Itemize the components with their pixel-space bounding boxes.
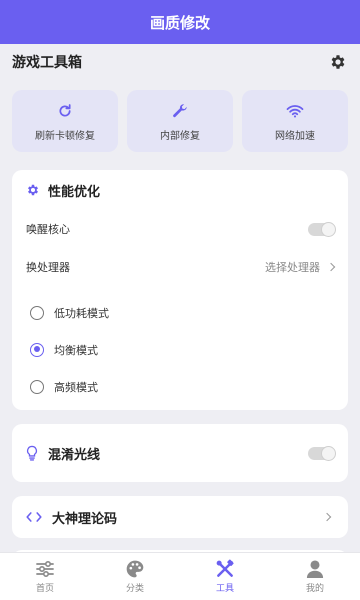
mode-option-low-power[interactable]: 低功耗模式 xyxy=(12,294,348,331)
chevron-right-icon xyxy=(326,262,336,272)
mode-label: 低功耗模式 xyxy=(54,306,109,320)
radio-button[interactable] xyxy=(30,305,44,320)
wake-core-row: 唤醒核心 xyxy=(12,210,348,248)
code-header: 大神理论码 xyxy=(26,508,117,527)
user-icon xyxy=(306,559,324,579)
app-bar: 画质修改 xyxy=(0,0,360,44)
nav-item-category[interactable]: 分类 xyxy=(90,553,180,600)
palette-icon xyxy=(125,559,145,579)
bottom-nav: 首页 分类 工具 我的 xyxy=(0,552,360,600)
radio-button[interactable] xyxy=(30,379,44,394)
quick-action-label: 网络加速 xyxy=(275,130,315,142)
toggle-knob xyxy=(321,221,336,237)
quick-action-label: 刷新卡顿修复 xyxy=(35,130,95,142)
ray-toggle[interactable] xyxy=(308,445,336,461)
gear-icon[interactable] xyxy=(328,52,348,72)
toggle-knob xyxy=(321,445,336,461)
ray-header: 混淆光线 xyxy=(26,444,100,463)
nav-label: 首页 xyxy=(35,584,54,594)
mode-label: 均衡模式 xyxy=(54,343,98,357)
nav-item-home[interactable]: 首页 xyxy=(0,553,90,600)
gear-icon xyxy=(26,183,40,197)
mode-option-high-frequency[interactable]: 高频模式 xyxy=(12,368,348,405)
processor-select-value: 选择处理器 xyxy=(265,261,320,274)
radio-button-selected[interactable] xyxy=(30,342,44,357)
mode-option-balanced[interactable]: 均衡模式 xyxy=(12,331,348,368)
chevron-right-icon xyxy=(322,512,332,522)
quick-action-refresh[interactable]: 刷新卡顿修复 xyxy=(12,90,118,152)
toolbox-title: 游戏工具箱 xyxy=(12,55,82,71)
nav-item-tools[interactable]: 工具 xyxy=(180,553,270,600)
mode-label: 高频模式 xyxy=(54,380,98,394)
processor-row[interactable]: 换处理器 选择处理器 xyxy=(12,248,348,286)
nav-label: 我的 xyxy=(305,584,324,594)
tools-icon xyxy=(215,559,235,579)
performance-header: 性能优化 xyxy=(12,170,348,210)
performance-title: 性能优化 xyxy=(48,184,101,200)
quick-action-network[interactable]: 网络加速 xyxy=(242,90,348,152)
lightbulb-icon xyxy=(26,445,38,461)
ray-title: 混淆光线 xyxy=(48,447,101,463)
nav-label: 工具 xyxy=(215,584,234,594)
nav-label: 分类 xyxy=(125,584,144,594)
performance-card: 性能优化 唤醒核心 换处理器 选择处理器 低功耗模式 均衡模式 高频模式 xyxy=(12,170,348,410)
code-icon xyxy=(26,511,42,523)
wake-core-toggle[interactable] xyxy=(308,221,336,237)
code-card[interactable]: 大神理论码 xyxy=(12,496,348,538)
wake-core-label: 唤醒核心 xyxy=(26,223,70,236)
app-title: 画质修改 xyxy=(149,13,210,32)
nav-item-profile[interactable]: 我的 xyxy=(270,553,360,600)
wrench-icon xyxy=(171,101,189,121)
quick-action-label: 内部修复 xyxy=(160,130,200,142)
sliders-icon xyxy=(35,559,55,579)
quick-action-internal-fix[interactable]: 内部修复 xyxy=(127,90,233,152)
refresh-icon xyxy=(57,101,73,121)
toolbox-header: 游戏工具箱 xyxy=(12,50,348,74)
wifi-icon xyxy=(286,101,304,121)
ray-card: 混淆光线 xyxy=(12,424,348,482)
code-title: 大神理论码 xyxy=(52,511,118,527)
processor-select[interactable]: 选择处理器 xyxy=(265,259,336,275)
processor-label: 换处理器 xyxy=(26,261,70,274)
